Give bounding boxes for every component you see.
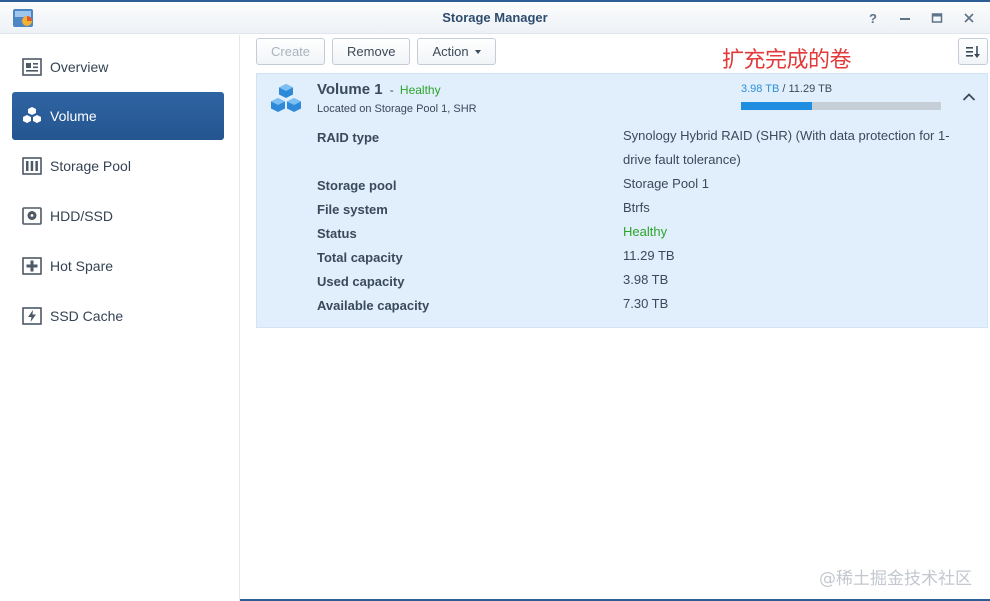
sidebar-item-hdd-ssd[interactable]: HDD/SSD xyxy=(12,192,224,240)
capacity-bar xyxy=(741,102,941,110)
maximize-button[interactable] xyxy=(922,9,952,27)
create-button[interactable]: Create xyxy=(256,38,326,65)
detail-label: Status xyxy=(317,226,357,241)
capacity-text: 3.98 TB / 11.29 TB xyxy=(741,83,832,95)
minimize-button[interactable] xyxy=(890,9,920,27)
maximize-icon xyxy=(931,13,943,23)
capacity-total: / 11.29 TB xyxy=(782,83,833,95)
detail-label: Available capacity xyxy=(317,298,430,313)
sidebar: Overview Volume Storage Pool HDD/SSD Hot… xyxy=(0,35,240,601)
sidebar-item-volume[interactable]: Volume xyxy=(12,92,224,140)
sidebar-item-storage-pool[interactable]: Storage Pool xyxy=(12,142,224,190)
detail-value: Btrfs xyxy=(623,200,650,215)
storage-pool-icon xyxy=(22,156,42,176)
volume-title: Volume 1 - Healthy xyxy=(317,81,441,98)
watermark: @稀土掘金技术社区 xyxy=(819,569,972,589)
toolbar: Create Remove Action xyxy=(256,38,496,66)
sidebar-item-overview[interactable]: Overview xyxy=(12,43,224,91)
volume-status: Healthy xyxy=(399,83,441,97)
disk-icon xyxy=(22,206,42,226)
sidebar-item-label: Storage Pool xyxy=(50,158,131,174)
help-icon: ? xyxy=(869,10,877,26)
sidebar-item-label: Overview xyxy=(50,59,109,75)
capacity-used: 3.98 TB xyxy=(741,83,780,95)
minimize-icon xyxy=(900,18,910,20)
close-button[interactable] xyxy=(954,9,984,27)
remove-button[interactable]: Remove xyxy=(332,38,411,65)
storage-manager-window: Storage Manager ? Overview Volume Storag… xyxy=(0,0,990,601)
capacity-bar-fill xyxy=(741,102,812,110)
detail-label: Total capacity xyxy=(317,250,403,265)
detail-label: File system xyxy=(317,202,388,217)
detail-value: 3.98 TB xyxy=(623,272,669,287)
action-button-label: Action xyxy=(432,44,469,59)
detail-label: Storage pool xyxy=(317,178,397,193)
sidebar-item-ssd-cache[interactable]: SSD Cache xyxy=(12,292,224,340)
sidebar-item-label: HDD/SSD xyxy=(50,208,114,224)
sidebar-item-hot-spare[interactable]: Hot Spare xyxy=(12,242,224,290)
overview-icon xyxy=(22,57,42,77)
detail-value: Storage Pool 1 xyxy=(623,176,710,191)
help-button[interactable]: ? xyxy=(858,9,888,27)
sidebar-item-label: Volume xyxy=(50,108,97,124)
volume-name: Volume 1 xyxy=(317,81,383,98)
volume-location: Located on Storage Pool 1, SHR xyxy=(317,103,477,115)
detail-label: RAID type xyxy=(317,130,380,145)
lightning-icon xyxy=(22,306,42,326)
detail-label: Used capacity xyxy=(317,274,405,289)
cubes-icon xyxy=(22,106,42,126)
sort-icon xyxy=(966,45,980,58)
close-icon xyxy=(964,13,974,23)
sidebar-item-label: Hot Spare xyxy=(50,258,114,274)
sort-button[interactable] xyxy=(958,38,988,65)
sidebar-item-label: SSD Cache xyxy=(50,308,124,324)
annotation-text: 扩充完成的卷 xyxy=(722,48,852,73)
detail-value: 7.30 TB xyxy=(623,296,669,311)
detail-value: Synology Hybrid RAID (SHR) (With data pr… xyxy=(623,128,950,167)
volume-cubes-icon xyxy=(271,84,301,112)
plus-icon xyxy=(22,256,42,276)
volume-panel[interactable]: Volume 1 - Healthy Located on Storage Po… xyxy=(256,73,988,328)
chevron-down-icon xyxy=(474,49,481,54)
volume-title-separator: - xyxy=(389,83,394,97)
title-bar: Storage Manager ? xyxy=(0,2,990,34)
chevron-up-icon[interactable] xyxy=(962,92,976,102)
window-title: Storage Manager xyxy=(442,10,548,25)
detail-value: 11.29 TB xyxy=(623,248,675,263)
detail-value-status: Healthy xyxy=(623,224,668,239)
action-button[interactable]: Action xyxy=(417,38,496,65)
